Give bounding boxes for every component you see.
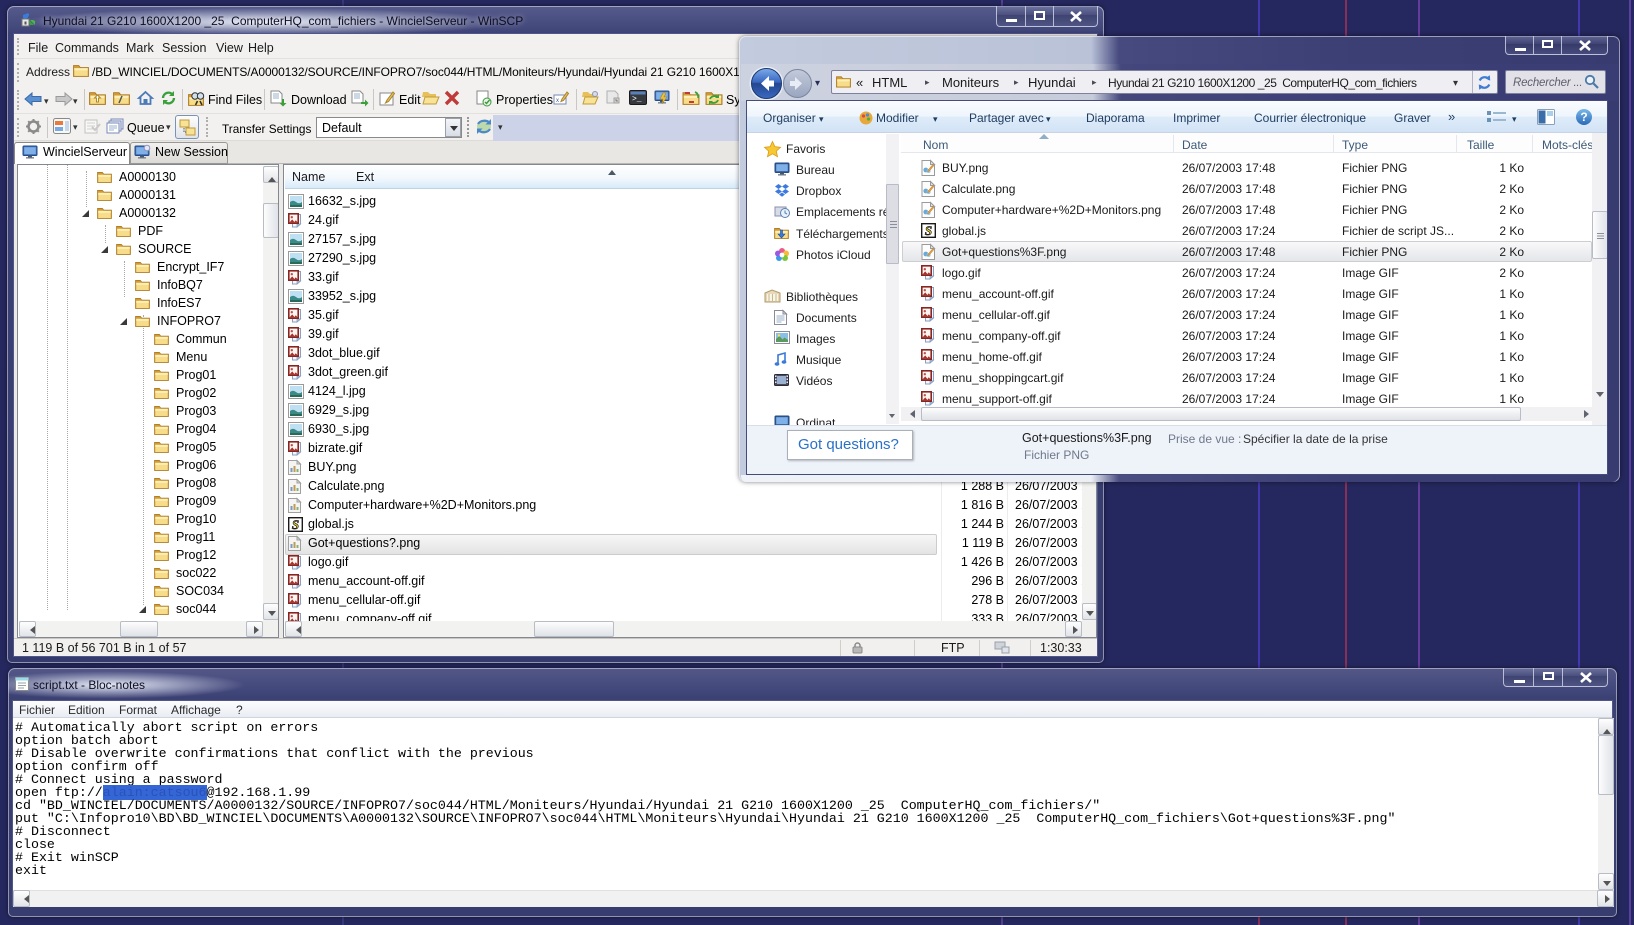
svg-text:S: S [292, 517, 299, 532]
svg-text:S: S [925, 223, 932, 238]
svg-text:>_: >_ [632, 95, 642, 104]
svg-text:?: ? [1580, 110, 1587, 124]
svg-text:x: x [556, 98, 559, 104]
